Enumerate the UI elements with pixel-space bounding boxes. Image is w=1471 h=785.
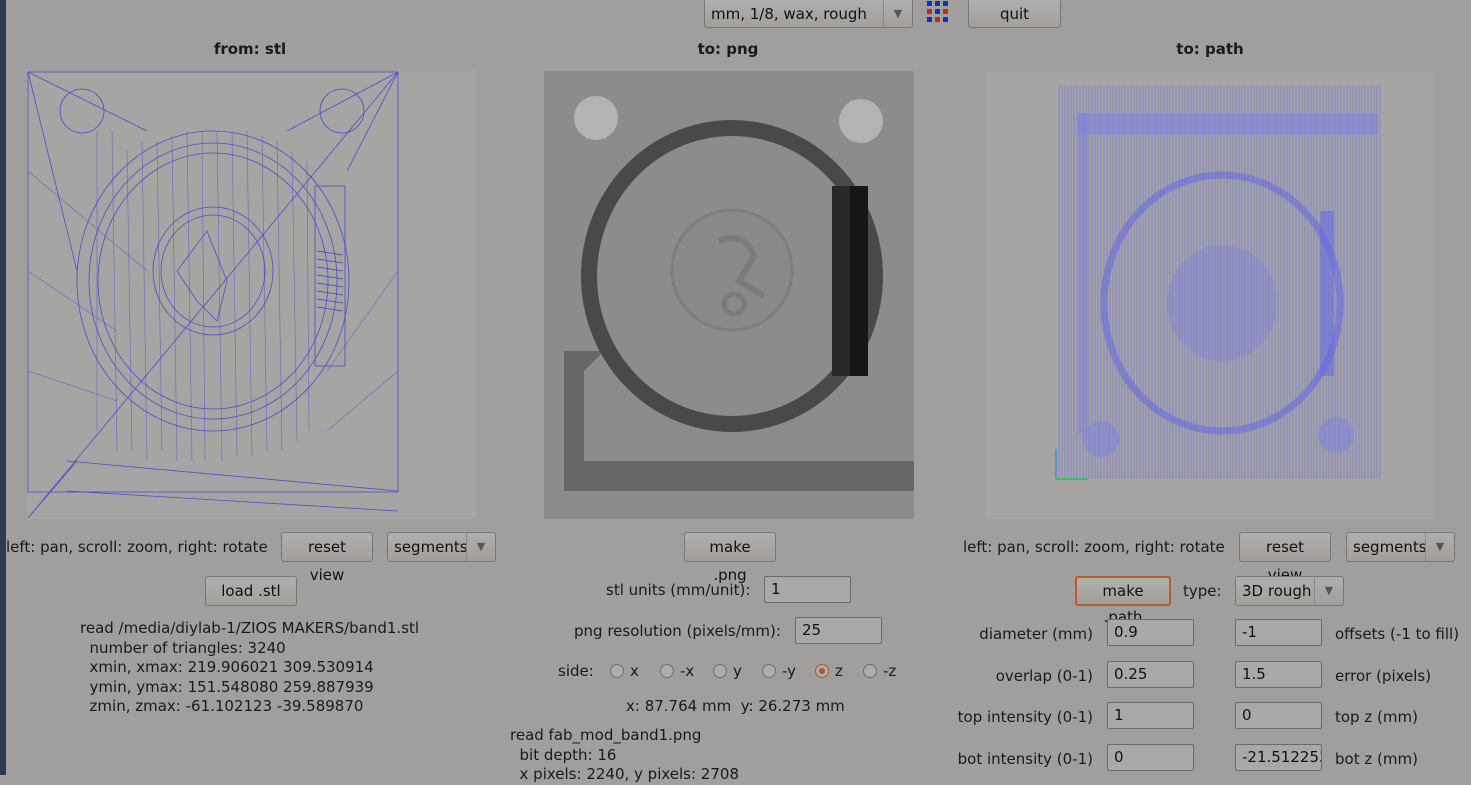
- stl-info-line: zmin, zmax: -61.102123 -39.589870: [80, 697, 364, 715]
- error-input[interactable]: 1.5: [1235, 661, 1322, 688]
- chevron-down-icon: ▼: [466, 533, 495, 561]
- path-type-select-value: 3D rough: [1242, 582, 1312, 600]
- side-label: side:: [558, 662, 594, 680]
- path-display-select[interactable]: segments ▼: [1346, 532, 1455, 562]
- grid-icon[interactable]: [927, 0, 955, 26]
- png-info-line: read fab_mod_band1.png: [510, 726, 702, 744]
- stl-info-line: read /media/diylab-1/ZIOS MAKERS/band1.s…: [80, 619, 420, 637]
- stl-view-hint: left: pan, scroll: zoom, right: rotate: [6, 538, 268, 556]
- from-stl-title: from: stl: [213, 40, 287, 58]
- stl-info-line: xmin, xmax: 219.906021 309.530914: [80, 658, 374, 676]
- height-map-image: [564, 96, 914, 491]
- to-path-title: to: path: [1176, 40, 1244, 58]
- radio-icon: [660, 664, 674, 678]
- top-intensity-label: top intensity (0-1): [957, 708, 1093, 726]
- stl-info: read /media/diylab-1/ZIOS MAKERS/band1.s…: [80, 619, 419, 717]
- side-option-label: -x: [680, 662, 695, 680]
- side-radio-neg-x[interactable]: -x: [660, 662, 694, 680]
- path-display-select-value: segments: [1353, 538, 1427, 556]
- cursor-coordinates: x: 87.764 mm y: 26.273 mm: [626, 697, 845, 715]
- png-resolution-input[interactable]: 25: [795, 617, 882, 644]
- stl-info-line: number of triangles: 3240: [80, 638, 286, 657]
- side-radio-x[interactable]: x: [610, 662, 639, 680]
- chevron-down-icon: ▼: [883, 0, 912, 27]
- offsets-input[interactable]: -1: [1235, 619, 1322, 646]
- radio-icon: [863, 664, 877, 678]
- path-view-hint: left: pan, scroll: zoom, right: rotate: [963, 538, 1225, 556]
- stl-units-label: stl units (mm/unit):: [606, 581, 751, 599]
- path-view[interactable]: [986, 71, 1434, 519]
- png-resolution-label: png resolution (pixels/mm):: [574, 622, 781, 640]
- path-type-select[interactable]: 3D rough ▼: [1235, 576, 1344, 606]
- chevron-down-icon: ▼: [1425, 533, 1454, 561]
- stl-reset-view-button[interactable]: reset view: [281, 532, 373, 584]
- stl-info-line: ymin, ymax: 151.548080 259.887939: [80, 677, 374, 696]
- side-option-label: -y: [782, 662, 797, 680]
- stl-display-select[interactable]: segments ▼: [387, 532, 496, 562]
- radio-selected-icon: [815, 664, 829, 678]
- side-option-label: y: [733, 662, 742, 680]
- side-radio-y[interactable]: y: [713, 662, 742, 680]
- bot-intensity-input[interactable]: 0: [1107, 744, 1194, 771]
- error-label: error (pixels): [1335, 667, 1432, 685]
- make-path-button[interactable]: make .path: [1075, 576, 1171, 626]
- radio-icon: [610, 664, 624, 678]
- stl-display-select-value: segments: [394, 538, 468, 556]
- stl-view[interactable]: [27, 71, 476, 519]
- toolpath-drawing: [1055, 85, 1382, 480]
- side-radio-z[interactable]: z: [815, 662, 843, 680]
- quit-button[interactable]: quit: [968, 0, 1061, 28]
- png-info: read fab_mod_band1.png bit depth: 16 x p…: [510, 726, 739, 785]
- make-png-button[interactable]: make .png: [684, 532, 776, 584]
- side-option-label: x: [630, 662, 639, 680]
- chevron-down-icon: ▼: [1314, 577, 1343, 605]
- path-reset-view-button[interactable]: reset view: [1239, 532, 1331, 584]
- bot-z-input[interactable]: -21.512253: [1235, 744, 1322, 771]
- overlap-input[interactable]: 0.25: [1107, 661, 1194, 688]
- top-z-label: top z (mm): [1335, 708, 1418, 726]
- diameter-input[interactable]: 0.9: [1107, 619, 1194, 646]
- stl-mesh-drawing: [27, 71, 399, 519]
- bot-z-label: bot z (mm): [1335, 750, 1418, 768]
- to-png-title: to: png: [697, 40, 759, 58]
- overlap-label: overlap (0-1): [995, 667, 1093, 685]
- png-info-line: bit depth: 16: [510, 745, 617, 764]
- offsets-label: offsets (-1 to fill): [1335, 625, 1460, 643]
- process-select[interactable]: mm, 1/8, wax, rough ▼: [704, 0, 913, 28]
- stl-units-input[interactable]: 1: [764, 576, 851, 603]
- side-radio-neg-y[interactable]: -y: [762, 662, 796, 680]
- radio-icon: [762, 664, 776, 678]
- diameter-label: diameter (mm): [979, 625, 1093, 643]
- radio-icon: [713, 664, 727, 678]
- type-label: type:: [1183, 582, 1222, 600]
- top-intensity-input[interactable]: 1: [1107, 702, 1194, 729]
- bot-intensity-label: bot intensity (0-1): [957, 750, 1093, 768]
- top-z-input[interactable]: 0: [1235, 702, 1322, 729]
- side-radio-neg-z[interactable]: -z: [863, 662, 896, 680]
- load-stl-button[interactable]: load .stl: [205, 576, 297, 606]
- side-option-label: z: [835, 662, 843, 680]
- png-view[interactable]: [544, 71, 914, 519]
- side-option-label: -z: [883, 662, 897, 680]
- process-select-value: mm, 1/8, wax, rough: [711, 5, 867, 23]
- window-edge: [0, 0, 6, 775]
